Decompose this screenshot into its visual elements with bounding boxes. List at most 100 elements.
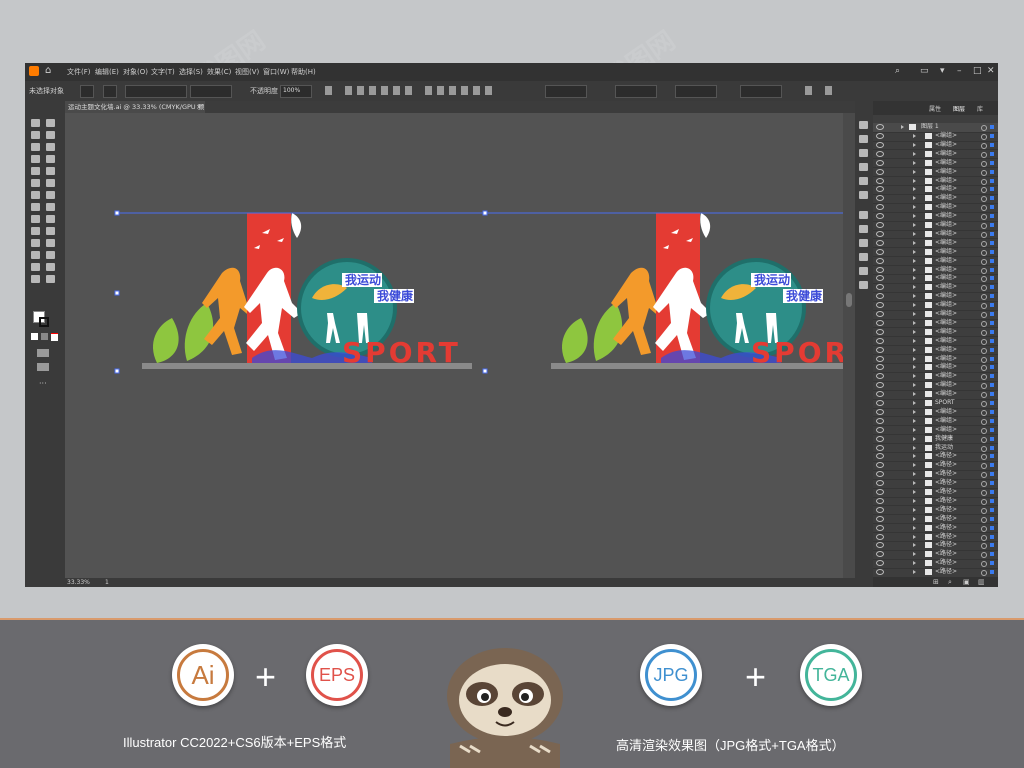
align-bottom-icon[interactable] [405,86,412,95]
visibility-eye-icon[interactable] [876,355,884,362]
minimize-icon[interactable]: – [957,66,962,76]
visibility-eye-icon[interactable] [876,444,884,451]
expand-triangle-icon[interactable] [913,543,916,548]
swatches-panel-icon[interactable] [859,163,868,171]
more-options-icon[interactable] [825,86,832,95]
menu-view[interactable]: 视图(V) [235,67,259,77]
expand-triangle-icon[interactable] [913,356,916,361]
none-mode-icon[interactable] [51,333,58,341]
gradient-panel-icon[interactable] [859,225,868,233]
target-circle-icon[interactable] [981,543,987,550]
selection-indicator[interactable] [990,329,994,334]
visibility-eye-icon[interactable] [876,569,884,576]
align-middle-icon[interactable] [393,86,400,95]
menu-file[interactable]: 文件(F) [67,67,91,77]
column-graph-tool-icon[interactable] [46,251,55,259]
selection-indicator[interactable] [990,160,994,165]
target-circle-icon[interactable] [981,285,987,292]
selection-indicator[interactable] [990,472,994,477]
vertical-scrollbar[interactable] [843,113,855,578]
expand-triangle-icon[interactable] [913,516,916,521]
target-circle-icon[interactable] [981,516,987,523]
slice-tool-icon[interactable] [46,263,55,271]
paintbrush-tool-icon[interactable] [46,167,55,175]
visibility-eye-icon[interactable] [876,177,884,184]
target-circle-icon[interactable] [981,383,987,390]
scroll-thumb[interactable] [846,293,852,307]
visibility-eye-icon[interactable] [876,133,884,139]
target-circle-icon[interactable] [981,392,987,399]
expand-triangle-icon[interactable] [913,240,916,245]
selection-indicator[interactable] [990,258,994,263]
tab-layers[interactable]: 图层 [953,104,965,113]
selection-indicator[interactable] [990,142,994,147]
artboard-tool-icon[interactable] [31,263,40,271]
zoom-value[interactable]: 33.33% [67,579,90,586]
visibility-eye-icon[interactable] [876,186,884,193]
close-icon[interactable]: ✕ [987,66,995,76]
expand-triangle-icon[interactable] [913,178,916,183]
selection-indicator[interactable] [990,463,994,468]
fill-swatch[interactable] [80,85,94,98]
visibility-eye-icon[interactable] [876,302,884,309]
expand-triangle-icon[interactable] [913,481,916,486]
expand-triangle-icon[interactable] [913,525,916,530]
target-circle-icon[interactable] [981,445,987,452]
visibility-eye-icon[interactable] [876,453,884,460]
visibility-eye-icon[interactable] [876,542,884,549]
selection-indicator[interactable] [990,490,994,494]
layers-panel-icon[interactable] [859,281,868,289]
expand-triangle-icon[interactable] [901,125,904,129]
expand-triangle-icon[interactable] [913,151,916,156]
target-circle-icon[interactable] [981,240,987,247]
expand-triangle-icon[interactable] [913,134,916,138]
document-tab[interactable]: 运动主题文化墙.ai @ 33.33% (CMYK/GPU 预览) × [65,101,205,123]
artboard-canvas[interactable]: 我运动 我健康 SPORT 我运动 我健康 SPORT [65,113,883,578]
visibility-eye-icon[interactable] [876,293,884,300]
target-circle-icon[interactable] [981,142,987,149]
x-field[interactable] [545,85,587,98]
menu-window[interactable]: 窗口(W) [263,67,289,77]
stroke-panel-icon[interactable] [859,211,868,219]
visibility-eye-icon[interactable] [876,213,884,220]
blend-tool-icon[interactable] [46,239,55,247]
expand-triangle-icon[interactable] [913,507,916,512]
target-circle-icon[interactable] [981,249,987,256]
symbols-panel-icon[interactable] [859,191,868,199]
brushes-panel-icon[interactable] [859,177,868,185]
target-circle-icon[interactable] [981,401,987,407]
selection-indicator[interactable] [990,534,994,539]
page-number[interactable]: 1 [105,579,109,586]
expand-triangle-icon[interactable] [913,249,916,254]
target-circle-icon[interactable] [981,196,987,203]
visibility-eye-icon[interactable] [876,408,884,415]
selection-indicator[interactable] [990,552,994,557]
opacity-field[interactable]: 100% [280,85,312,98]
magic-wand-tool-icon[interactable] [31,131,40,139]
visibility-eye-icon[interactable] [876,426,884,433]
selection-indicator[interactable] [990,169,994,174]
distribute-icon[interactable] [449,86,456,95]
w-field[interactable] [675,85,717,98]
selection-indicator[interactable] [990,427,994,432]
expand-triangle-icon[interactable] [913,258,916,263]
visibility-eye-icon[interactable] [876,373,884,380]
locate-object-icon[interactable]: ⌕ [948,578,952,587]
expand-triangle-icon[interactable] [913,409,916,414]
width-tool-icon[interactable] [31,203,40,211]
target-circle-icon[interactable] [981,294,987,301]
expand-triangle-icon[interactable] [913,285,916,290]
visibility-eye-icon[interactable] [876,311,884,317]
variable-width-field[interactable] [190,85,232,98]
visibility-eye-icon[interactable] [876,400,884,406]
distribute-icon[interactable] [485,86,492,95]
visibility-eye-icon[interactable] [876,124,884,130]
direct-selection-tool-icon[interactable] [46,119,55,127]
target-circle-icon[interactable] [981,312,987,318]
target-circle-icon[interactable] [981,151,987,158]
lasso-tool-icon[interactable] [46,131,55,139]
visibility-eye-icon[interactable] [876,560,884,567]
menu-help[interactable]: 帮助(H) [291,67,316,77]
visibility-eye-icon[interactable] [876,204,884,211]
arrange-icon[interactable]: ▾ [940,66,945,76]
